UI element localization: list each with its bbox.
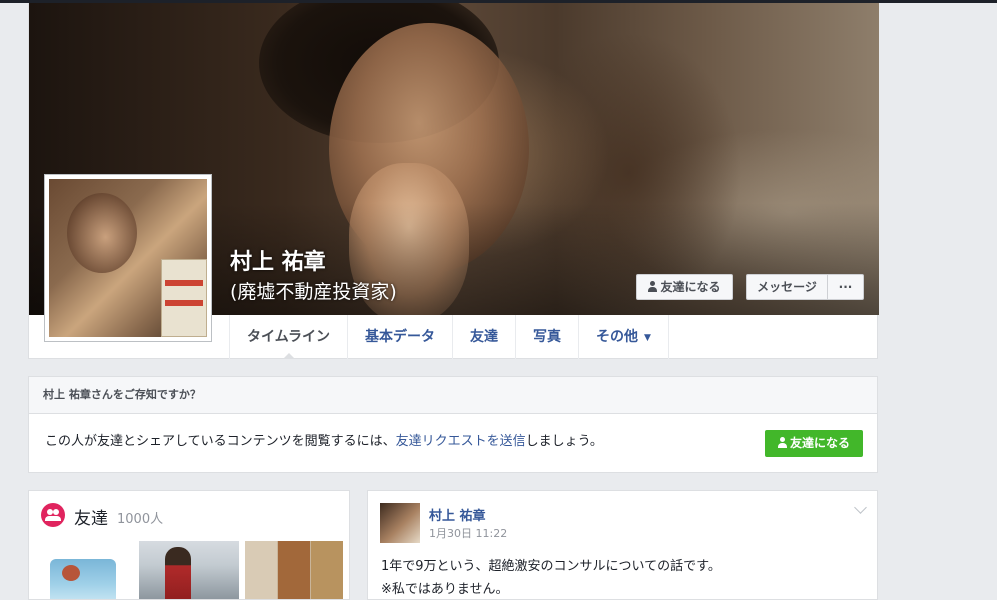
tab-timeline[interactable]: タイムライン bbox=[229, 315, 347, 359]
tab-about[interactable]: 基本データ bbox=[347, 315, 452, 359]
profile-name[interactable]: 村上 祐章 bbox=[230, 244, 326, 276]
profile-picture[interactable] bbox=[44, 174, 212, 342]
know-box-text: この人が友達とシェアしているコンテンツを閲覧するには、友達リクエストを送信しまし… bbox=[45, 434, 603, 449]
add-friend-green-button[interactable]: 友達になる bbox=[765, 430, 863, 457]
more-options-button[interactable]: ··· bbox=[827, 274, 864, 300]
caret-down-icon: ▼ bbox=[644, 333, 651, 343]
add-friend-green-label: 友達になる bbox=[789, 436, 850, 450]
add-friend-button[interactable]: 友達になる bbox=[636, 274, 733, 300]
post-options-chevron-icon[interactable] bbox=[854, 501, 867, 514]
tab-photos[interactable]: 写真 bbox=[515, 315, 578, 359]
post-author-name[interactable]: 村上 祐章 bbox=[429, 505, 486, 524]
post-text: 1年で9万という、超絶激安のコンサルについての話です。 bbox=[381, 559, 721, 574]
friend-thumbnail[interactable] bbox=[245, 541, 343, 599]
know-box-heading: 村上 祐章さんをご存知ですか？ bbox=[29, 377, 877, 414]
timeline-post: 村上 祐章 1月30日 11:22 1年で9万という、超絶激安のコンサルについて… bbox=[367, 490, 878, 600]
profile-tabs: タイムライン 基本データ 友達 写真 その他 ▼ bbox=[229, 315, 669, 359]
friends-box: 友達 1000人 bbox=[28, 490, 350, 600]
friends-title[interactable]: 友達 bbox=[74, 504, 108, 529]
tab-friends[interactable]: 友達 bbox=[452, 315, 515, 359]
friends-count: 1000人 bbox=[117, 512, 164, 527]
know-this-person-box: 村上 祐章さんをご存知ですか？ この人が友達とシェアしているコンテンツを閲覧する… bbox=[28, 376, 878, 473]
add-friend-icon bbox=[648, 281, 658, 292]
profile-alt-name: (廃墟不動産投資家) bbox=[230, 281, 397, 303]
tab-more[interactable]: その他 ▼ bbox=[578, 315, 669, 359]
profile-header: 村上 祐章 (廃墟不動産投資家) 友達になる メッセージ ··· タイムライン … bbox=[28, 3, 879, 359]
add-friend-icon bbox=[777, 437, 787, 448]
message-button[interactable]: メッセージ bbox=[746, 274, 828, 300]
post-author-avatar[interactable] bbox=[380, 503, 420, 543]
send-friend-request-link[interactable]: 友達リクエストを送信 bbox=[396, 434, 526, 449]
friend-thumbnail[interactable] bbox=[139, 541, 239, 599]
post-timestamp[interactable]: 1月30日 11:22 bbox=[429, 525, 507, 541]
add-friend-label: 友達になる bbox=[660, 280, 721, 294]
post-text: ※私ではありません。 bbox=[381, 582, 509, 597]
tab-more-label: その他 bbox=[596, 329, 639, 345]
friend-thumbnail[interactable] bbox=[39, 541, 139, 599]
friends-icon bbox=[41, 503, 65, 527]
